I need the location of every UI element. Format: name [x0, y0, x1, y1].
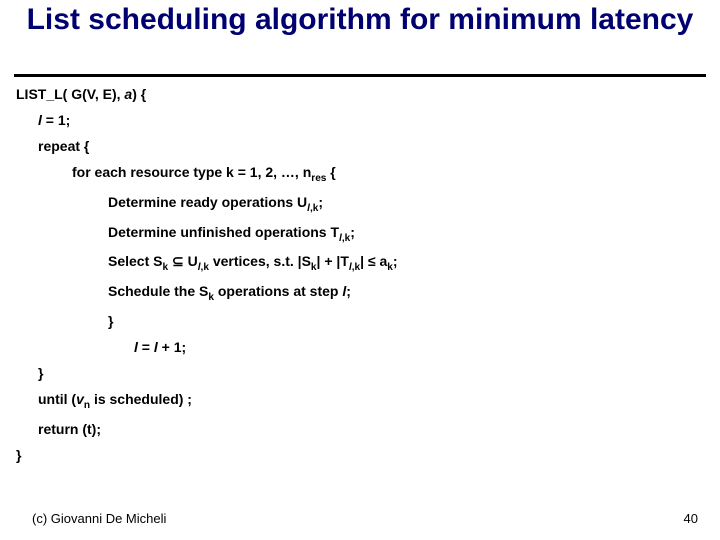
txt: for each resource type k = 1, 2, …, n [72, 164, 311, 180]
slide-title: List scheduling algorithm for minimum la… [0, 0, 720, 36]
title-underline [14, 74, 706, 77]
txt: ; [318, 194, 323, 210]
txt: = [138, 339, 154, 355]
algorithm-body: LIST_L( G(V, E), a) { l = 1; repeat { fo… [16, 86, 704, 473]
txt: Determine ready operations U [108, 194, 307, 210]
txt: LIST_L( G(V, E), [16, 86, 124, 102]
txt: vertices, s.t. |S [209, 253, 311, 269]
code-line-8: } [108, 313, 704, 329]
txt: ,k [201, 262, 209, 273]
txt: Determine unfinished operations T [108, 224, 339, 240]
code-line-1: l = 1; [38, 112, 704, 128]
txt: ; [393, 253, 398, 269]
sub: l,k [349, 262, 360, 273]
code-line-10: } [38, 365, 704, 381]
code-line-12: return (t); [38, 421, 704, 437]
code-line-13: } [16, 447, 704, 463]
slide-number: 40 [684, 511, 698, 526]
txt: until ( [38, 391, 76, 407]
txt: ,k [342, 232, 350, 243]
txt: ,k [352, 262, 360, 273]
sub: l,k [198, 262, 209, 273]
txt: = 1; [42, 112, 70, 128]
code-line-3: for each resource type k = 1, 2, …, nres… [72, 164, 704, 184]
slide: List scheduling algorithm for minimum la… [0, 0, 720, 540]
txt: ; [350, 224, 355, 240]
txt: ) { [132, 86, 146, 102]
sub: l,k [307, 203, 318, 214]
var-v: v [76, 391, 84, 407]
footer-copyright: (c) Giovanni De Micheli [32, 511, 166, 526]
txt: + 1; [158, 339, 186, 355]
txt: | ≤ a [360, 253, 387, 269]
code-line-9: l = l + 1; [134, 339, 704, 355]
code-line-6: Select Sk ⊆ Ul,k vertices, s.t. |Sk| + |… [108, 253, 704, 273]
txt: Schedule the S [108, 283, 208, 299]
txt: Select S [108, 253, 162, 269]
sub: res [311, 173, 326, 184]
txt: { [326, 164, 335, 180]
txt: is scheduled) ; [90, 391, 192, 407]
sub: l,k [339, 232, 350, 243]
code-line-5: Determine unfinished operations Tl,k; [108, 224, 704, 244]
txt: ⊆ U [168, 253, 198, 269]
code-line-4: Determine ready operations Ul,k; [108, 194, 704, 214]
txt: ; [346, 283, 351, 299]
code-line-11: until (vn is scheduled) ; [38, 391, 704, 411]
txt: operations at step [214, 283, 342, 299]
txt: | + |T [317, 253, 349, 269]
code-line-7: Schedule the Sk operations at step l; [108, 283, 704, 303]
code-line-0: LIST_L( G(V, E), a) { [16, 86, 704, 102]
code-line-2: repeat { [38, 138, 704, 154]
